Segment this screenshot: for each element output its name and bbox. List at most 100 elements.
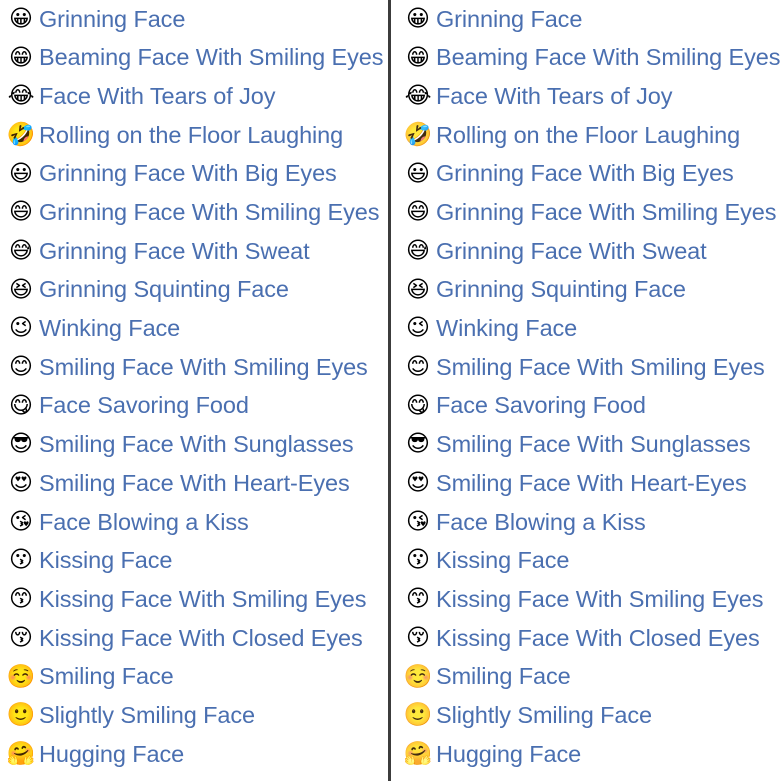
emoji-row: 🤗 Hugging Face <box>405 735 780 774</box>
emoji-glyph-icon: 😎 <box>9 431 33 458</box>
emoji-row: 😀 Grinning Face <box>405 0 780 39</box>
emoji-glyph-icon: 🙂 <box>405 702 433 729</box>
emoji-name-label: Face Savoring Food <box>436 392 646 419</box>
emoji-row: 😙 Kissing Face With Smiling Eyes <box>8 580 388 619</box>
emoji-name-label: Kissing Face With Closed Eyes <box>39 624 363 651</box>
emoji-glyph-icon: 😄 <box>9 199 33 226</box>
emoji-glyph-icon: 😁 <box>406 44 430 71</box>
emoji-row: 😂 Face With Tears of Joy <box>8 77 388 116</box>
emoji-name-label: Beaming Face With Smiling Eyes <box>436 44 780 71</box>
emoji-row: 😄 Grinning Face With Smiling Eyes <box>405 193 780 232</box>
emoji-name-label: Grinning Face With Smiling Eyes <box>39 199 380 226</box>
emoji-glyph-icon: 😍 <box>406 470 430 497</box>
emoji-glyph-icon: 😂 <box>405 83 432 110</box>
emoji-glyph-icon: 😎 <box>406 431 430 458</box>
emoji-glyph-icon: 😋 <box>9 392 33 419</box>
emoji-name-label: Slightly Smiling Face <box>39 701 256 728</box>
emoji-name-label: Grinning Squinting Face <box>436 276 686 303</box>
emoji-glyph-icon: 😅 <box>9 237 33 264</box>
emoji-glyph-icon: 😉 <box>9 315 33 342</box>
emoji-row: 😃 Grinning Face With Big Eyes <box>405 155 780 194</box>
emoji-name-label: Hugging Face <box>436 740 582 767</box>
emoji-name-label: Kissing Face With Smiling Eyes <box>436 585 764 612</box>
emoji-name-label: Smiling Face With Sunglasses <box>39 431 354 458</box>
emoji-row: 😚 Kissing Face With Closed Eyes <box>405 619 780 658</box>
emoji-row: 🙂 Slightly Smiling Face <box>8 696 388 735</box>
emoji-glyph-icon: 😊 <box>406 354 430 381</box>
emoji-name-label: Grinning Face With Big Eyes <box>39 160 337 187</box>
emoji-name-label: Grinning Face With Sweat <box>436 237 707 264</box>
emoji-glyph-icon: 🤣 <box>8 121 36 148</box>
emoji-glyph-icon: 😆 <box>9 276 33 303</box>
emoji-glyph-icon: 😘 <box>406 508 430 535</box>
emoji-name-label: Kissing Face <box>436 547 570 574</box>
emoji-name-label: Hugging Face <box>39 740 185 767</box>
emoji-glyph-icon: 😉 <box>406 315 430 342</box>
emoji-glyph-icon: 😄 <box>406 199 430 226</box>
emoji-name-label: Winking Face <box>436 315 578 342</box>
emoji-name-label: Smiling Face With Sunglasses <box>436 431 751 458</box>
emoji-row: 🤣 Rolling on the Floor Laughing <box>405 116 780 155</box>
emoji-row: 😉 Winking Face <box>8 310 388 349</box>
emoji-row: 😍 Smiling Face With Heart-Eyes <box>405 464 780 503</box>
emoji-name-label: Kissing Face With Closed Eyes <box>436 624 760 651</box>
emoji-name-label: Beaming Face With Smiling Eyes <box>39 44 384 71</box>
emoji-name-label: Smiling Face <box>436 663 571 690</box>
emoji-glyph-icon: 😃 <box>9 160 33 187</box>
emoji-glyph-icon: 😙 <box>9 586 33 613</box>
emoji-row: 😋 Face Savoring Food <box>8 387 388 426</box>
emoji-name-label: Grinning Face <box>39 5 186 32</box>
emoji-glyph-icon: 😃 <box>406 160 430 187</box>
emoji-name-label: Face Savoring Food <box>39 392 249 419</box>
emoji-row: 😊 Smiling Face With Smiling Eyes <box>405 348 780 387</box>
emoji-name-label: Rolling on the Floor Laughing <box>39 121 344 148</box>
emoji-glyph-icon: 😁 <box>9 44 33 71</box>
emoji-row: 🙂 Slightly Smiling Face <box>405 696 780 735</box>
emoji-row: 😎 Smiling Face With Sunglasses <box>8 426 388 465</box>
emoji-name-label: Grinning Squinting Face <box>39 276 289 303</box>
emoji-name-label: Smiling Face With Heart-Eyes <box>39 469 350 496</box>
emoji-name-label: Grinning Face <box>436 5 583 32</box>
emoji-name-label: Grinning Face With Big Eyes <box>436 160 734 187</box>
emoji-row: 😀 Grinning Face <box>8 0 388 39</box>
emoji-name-label: Slightly Smiling Face <box>436 701 653 728</box>
emoji-row: 😊 Smiling Face With Smiling Eyes <box>8 348 388 387</box>
emoji-glyph-icon: 🙂 <box>8 702 36 729</box>
emoji-row: 😄 Grinning Face With Smiling Eyes <box>8 193 388 232</box>
emoji-glyph-icon: 😘 <box>9 508 33 535</box>
emoji-glyph-icon: 😗 <box>9 547 33 574</box>
emoji-glyph-icon: 😅 <box>406 237 430 264</box>
emoji-row: 😘 Face Blowing a Kiss <box>8 503 388 542</box>
emoji-name-label: Kissing Face With Smiling Eyes <box>39 585 367 612</box>
emoji-name-label: Face With Tears of Joy <box>436 82 673 109</box>
emoji-row: 😁 Beaming Face With Smiling Eyes <box>405 39 780 78</box>
emoji-comparison-view: 😀 Grinning Face 😁 Beaming Face With Smiling… <box>0 0 780 781</box>
emoji-glyph-icon: 😚 <box>9 624 33 651</box>
emoji-glyph-icon: 😂 <box>8 83 35 110</box>
emoji-row: 😗 Kissing Face <box>405 542 780 581</box>
emoji-glyph-icon: 🤗 <box>8 740 36 767</box>
emoji-row: 😂 Face With Tears of Joy <box>405 77 780 116</box>
emoji-glyph-icon: 😗 <box>406 547 430 574</box>
emoji-name-label: Face Blowing a Kiss <box>39 508 249 535</box>
emoji-row: ☺️ Smiling Face <box>8 658 388 697</box>
emoji-glyph-icon: ☺️ <box>8 663 36 690</box>
emoji-name-label: Rolling on the Floor Laughing <box>436 121 741 148</box>
emoji-glyph-icon: 😍 <box>9 470 33 497</box>
emoji-row: 😆 Grinning Squinting Face <box>8 271 388 310</box>
emoji-glyph-icon: 😀 <box>9 5 33 32</box>
emoji-glyph-icon: 🤣 <box>405 121 433 148</box>
emoji-name-label: Winking Face <box>39 315 181 342</box>
emoji-row: 😙 Kissing Face With Smiling Eyes <box>405 580 780 619</box>
emoji-row: 😋 Face Savoring Food <box>405 387 780 426</box>
emoji-name-label: Grinning Face With Sweat <box>39 237 310 264</box>
emoji-glyph-icon: 😚 <box>406 624 430 651</box>
emoji-row: 😅 Grinning Face With Sweat <box>8 232 388 271</box>
emoji-name-label: Smiling Face With Smiling Eyes <box>436 353 765 380</box>
emoji-glyph-icon: 😆 <box>406 276 430 303</box>
emoji-row: 😎 Smiling Face With Sunglasses <box>405 426 780 465</box>
emoji-glyph-icon: 🤗 <box>405 740 433 767</box>
emoji-row: 😅 Grinning Face With Sweat <box>405 232 780 271</box>
emoji-row: 🤗 Hugging Face <box>8 735 388 774</box>
emoji-row: 😃 Grinning Face With Big Eyes <box>8 155 388 194</box>
